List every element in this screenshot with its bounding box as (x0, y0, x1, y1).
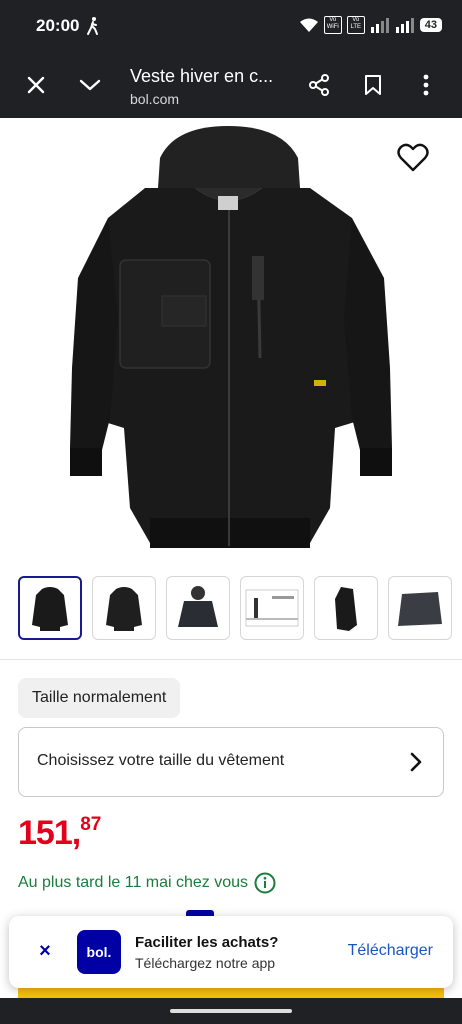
minimize-button[interactable] (72, 67, 108, 103)
chevron-right-icon (410, 752, 422, 772)
thumbnail-jacket-detail (398, 592, 442, 626)
volte-lte-badge: Vo LTE (346, 16, 365, 34)
signal-icon (395, 18, 414, 33)
info-icon[interactable] (254, 872, 276, 894)
thumbnail[interactable] (314, 576, 378, 640)
wifi-icon (299, 18, 318, 32)
status-bar: 20:00 Vo WiFi Vo LTE 43 (0, 0, 462, 52)
delivery-text: Au plus tard le 11 mai chez vous (18, 874, 249, 891)
thumbnail-size-chart (245, 589, 299, 627)
thumbnail-jacket-side (335, 587, 357, 631)
system-nav-bar (0, 998, 462, 1024)
thumbnail[interactable] (18, 576, 82, 640)
heart-icon[interactable] (396, 142, 430, 174)
thumbnail[interactable] (166, 576, 230, 640)
banner-title: Faciliter les achats? (135, 934, 279, 951)
delivery-info: Au plus tard le 11 mai chez vous (18, 872, 276, 894)
bookmark-icon (365, 75, 381, 95)
product-image-main[interactable] (0, 118, 462, 566)
thumbnail-jacket-back (106, 587, 142, 631)
share-icon (309, 74, 329, 96)
thumbnail[interactable] (92, 576, 156, 640)
chevron-down-icon (79, 79, 101, 91)
price-decimals: 87 (80, 814, 102, 835)
signal-icon (370, 18, 389, 33)
download-button[interactable]: Télécharger (348, 942, 433, 960)
walking-icon (87, 17, 98, 35)
close-banner-button[interactable]: × (35, 940, 55, 963)
battery-indicator: 43 (419, 18, 442, 32)
page-title: Veste hiver en c... (130, 66, 274, 86)
size-select-label: Choisissez votre taille du vêtement (37, 752, 285, 769)
thumbnail-jacket-model (178, 586, 218, 627)
home-gesture-bar[interactable] (170, 1009, 292, 1013)
app-install-banner: × bol. Faciliter les achats? Téléchargez… (9, 916, 453, 988)
close-icon (27, 76, 45, 94)
banner-subtitle: Téléchargez notre app (135, 955, 276, 971)
status-time: 20:00 (36, 16, 80, 35)
divider (0, 659, 462, 660)
size-select-button[interactable]: Choisissez votre taille du vêtement (18, 727, 444, 797)
share-button[interactable] (301, 67, 337, 103)
bookmark-button[interactable] (355, 67, 391, 103)
jacket-image (70, 126, 392, 548)
thumbnail[interactable] (240, 576, 304, 640)
thumbnail[interactable] (388, 576, 452, 640)
custom-tab-toolbar: Veste hiver en c... bol.com (0, 52, 462, 118)
price: 151,87 (18, 814, 101, 853)
size-fit-badge: Taille normalement (18, 678, 181, 718)
close-tab-button[interactable] (18, 67, 54, 103)
volte-wifi-badge: Vo WiFi (323, 16, 342, 34)
bol-logo: bol. (77, 930, 121, 974)
thumbnail-jacket-front (32, 587, 68, 631)
image-thumbnails (18, 576, 462, 642)
page-url: bol.com (130, 91, 180, 107)
more-options-button[interactable] (408, 67, 444, 103)
more-vert-icon (423, 74, 429, 96)
status-icons: Vo WiFi Vo LTE 43 (299, 16, 442, 34)
price-integer: 151, (18, 814, 81, 852)
